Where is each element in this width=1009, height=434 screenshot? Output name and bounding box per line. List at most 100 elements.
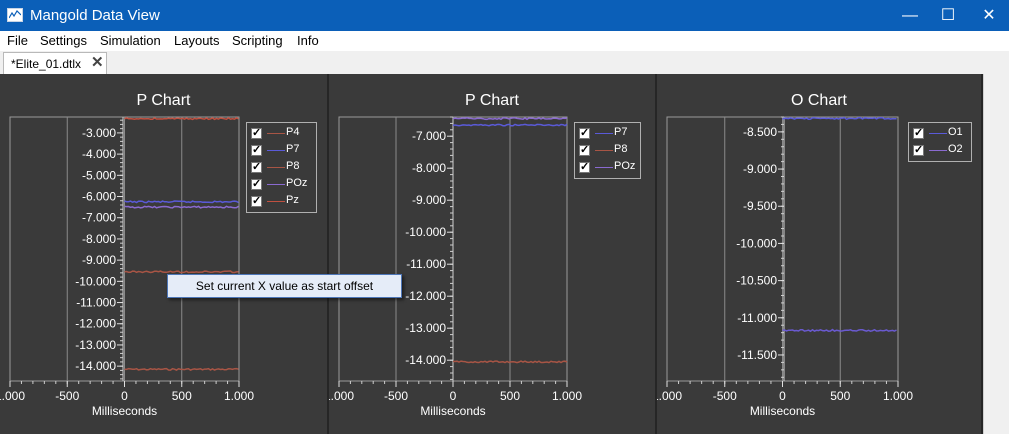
legend-item-poz[interactable]: POz (247, 176, 316, 193)
checkbox-icon[interactable] (251, 143, 262, 156)
y-tick-label: -10.000 (736, 236, 777, 250)
legend-item-p8[interactable]: P8 (575, 142, 640, 159)
chart-panel-o: O Chart -8.500 -9.000 -9.500 -10.000 -10.500… (657, 74, 983, 434)
legend-swatch (267, 201, 285, 202)
legend-label: POz (286, 177, 308, 189)
menu-item-set-start-offset[interactable]: Set current X value as start offset (168, 279, 401, 293)
checkbox-icon[interactable] (251, 160, 262, 173)
tab-label: *Elite_01.dtlx (11, 57, 82, 71)
x-tick-label: 500 (500, 389, 520, 403)
menu-simulation[interactable]: Simulation (100, 33, 161, 48)
legend-item-p8[interactable]: P8 (247, 159, 316, 176)
y-tick-label: -11.000 (406, 257, 446, 271)
chart-panel-p-1: P Chart -3.000 -4.000 -5.000 -6.000 -7.000 -8… (0, 74, 329, 434)
x-tick-label: -500 (55, 389, 79, 403)
chart-legend: P4 P7 P8 POz Pz (246, 122, 317, 213)
x-tick-label: 1.000 (657, 389, 682, 403)
y-tick-label: -3.000 (82, 126, 116, 140)
window-title: Mangold Data View (30, 7, 160, 24)
x-tick-label: -500 (713, 389, 737, 403)
y-tick-label: -14.000 (405, 353, 446, 367)
chart-legend: O1 O2 (908, 122, 972, 162)
legend-swatch (595, 150, 613, 151)
y-tick-label: -8.500 (743, 125, 777, 139)
y-tick-label: -9.000 (743, 162, 777, 176)
menu-bar: File Settings Simulation Layouts Scripti… (0, 31, 1009, 51)
y-tick-label: -11.500 (737, 348, 777, 362)
y-tick-label: -11.000 (737, 311, 777, 325)
y-tick-label: -12.000 (405, 289, 446, 303)
y-tick-label: -8.000 (82, 232, 116, 246)
x-tick-label: 0 (450, 389, 457, 403)
maximize-button[interactable]: ☐ (925, 0, 971, 31)
legend-item-p7[interactable]: P7 (247, 142, 316, 159)
series-line-poz (452, 117, 568, 121)
x-tick-label: 1.000 (883, 389, 913, 403)
legend-swatch (929, 133, 947, 134)
y-tick-label: -10.500 (736, 274, 777, 288)
menu-scripting[interactable]: Scripting (232, 33, 283, 48)
x-tick-label: 500 (172, 389, 192, 403)
checkbox-icon[interactable] (579, 143, 590, 156)
legend-item-p7[interactable]: P7 (575, 125, 640, 142)
tab-close-icon[interactable]: ✕ (91, 53, 104, 71)
y-tick-label: -10.000 (405, 225, 446, 239)
y-tick-label: -7.000 (412, 129, 446, 143)
legend-swatch (267, 150, 285, 151)
series-line-o2 (782, 328, 897, 333)
x-tick-label: 1.000 (329, 389, 354, 403)
legend-item-o2[interactable]: O2 (909, 142, 971, 159)
title-bar: Mangold Data View — ☐ ✕ (0, 0, 1009, 31)
legend-swatch (267, 184, 285, 185)
legend-label: P4 (286, 126, 300, 138)
y-tick-label: -11.000 (76, 296, 116, 310)
menu-file[interactable]: File (7, 33, 28, 48)
legend-item-pz[interactable]: Pz (247, 193, 316, 210)
checkbox-icon[interactable] (251, 177, 262, 190)
menu-info[interactable]: Info (297, 33, 319, 48)
y-tick-label: -9.000 (412, 193, 446, 207)
y-tick-label: -8.000 (412, 161, 446, 175)
y-tick-label: -13.000 (75, 338, 116, 352)
close-button[interactable]: ✕ (966, 0, 1009, 31)
context-menu: Set current X value as start offset (167, 274, 402, 298)
legend-label: P8 (614, 143, 628, 155)
legend-item-p4[interactable]: P4 (247, 125, 316, 142)
y-tick-label: -9.000 (82, 253, 116, 267)
y-tick-label: -7.000 (82, 211, 116, 225)
app-icon (7, 8, 23, 22)
legend-item-poz[interactable]: POz (575, 159, 640, 176)
checkbox-icon[interactable] (579, 126, 590, 139)
checkbox-icon[interactable] (251, 126, 262, 139)
x-tick-label: 0 (779, 389, 786, 403)
x-tick-label: -500 (384, 389, 408, 403)
x-axis-title: Milliseconds (420, 404, 485, 418)
y-tick-label: -10.000 (75, 274, 116, 288)
x-tick-label: 1.000 (0, 389, 25, 403)
right-panel-strip (983, 74, 1009, 434)
checkbox-icon[interactable] (913, 126, 924, 139)
document-tab-strip: *Elite_01.dtlx ✕ (0, 51, 1009, 74)
x-tick-label: 500 (830, 389, 850, 403)
checkbox-icon[interactable] (913, 143, 924, 156)
checkbox-icon[interactable] (251, 194, 262, 207)
legend-label: P8 (286, 160, 300, 172)
legend-label: O1 (948, 126, 963, 138)
y-tick-label: -4.000 (82, 147, 116, 161)
menu-layouts[interactable]: Layouts (174, 33, 220, 48)
legend-label: P7 (286, 143, 300, 155)
series-line-p4 (124, 367, 239, 371)
y-tick-label: -12.000 (75, 317, 116, 331)
x-tick-label: 0 (121, 389, 128, 403)
menu-settings[interactable]: Settings (40, 33, 87, 48)
checkbox-icon[interactable] (579, 160, 590, 173)
legend-label: Pz (286, 194, 299, 206)
tab-elite-01[interactable]: *Elite_01.dtlx ✕ (3, 52, 107, 74)
x-axis-title: Milliseconds (750, 404, 815, 418)
x-axis-title: Milliseconds (92, 404, 157, 418)
legend-label: POz (614, 160, 636, 172)
legend-item-o1[interactable]: O1 (909, 125, 971, 142)
y-tick-label: -6.000 (82, 190, 116, 204)
legend-swatch (929, 150, 947, 151)
y-tick-label: -13.000 (405, 321, 446, 335)
